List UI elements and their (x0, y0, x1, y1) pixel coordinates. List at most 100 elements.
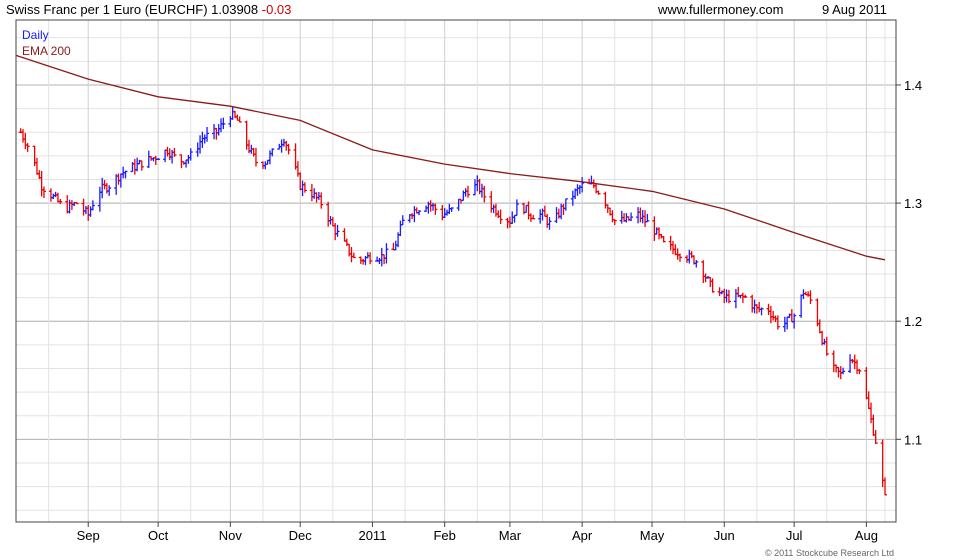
ohlc-bar (326, 201, 331, 227)
ohlc-bar (300, 180, 305, 197)
ohlc-bar (51, 193, 56, 199)
ohlc-bar (202, 134, 207, 144)
ohlc-bar (848, 354, 853, 373)
ohlc-bar (768, 305, 773, 324)
ohlc-bar (139, 160, 144, 171)
ohlc-bar (733, 288, 738, 309)
x-tick-label: Jun (714, 528, 735, 543)
ohlc-bar (659, 233, 664, 239)
ohlc-bar (153, 155, 158, 165)
ohlc-bar (39, 171, 44, 197)
ohlc-bar (498, 209, 503, 224)
ohlc-bar (132, 158, 137, 175)
ohlc-bar (146, 150, 151, 168)
ohlc-bar (710, 278, 715, 293)
ohlc-bar (507, 216, 512, 228)
x-tick-label: Apr (572, 528, 593, 543)
ohlc-bar (198, 135, 203, 154)
ohlc-bar (668, 235, 673, 251)
ohlc-bar (65, 195, 70, 214)
ohlc-bar (493, 203, 498, 217)
ohlc-bar (433, 203, 438, 215)
ohlc-bar (687, 249, 692, 264)
ohlc-bar (156, 158, 161, 161)
ohlc-bar (724, 289, 729, 303)
x-tick-label: Mar (499, 528, 522, 543)
ohlc-bar (545, 213, 550, 228)
y-axis: 1.1 1.2 1.3 1.4 (896, 78, 922, 447)
ohlc-bar (652, 216, 657, 241)
ohlc-bar (461, 190, 466, 202)
ohlc-bar (472, 179, 477, 196)
ohlc-bar (542, 205, 547, 217)
ohlc-bar (214, 127, 219, 140)
ohlc-bar (41, 186, 46, 199)
ohlc-bar (398, 220, 403, 236)
ohlc-bar (293, 143, 298, 170)
ohlc-bar (524, 204, 529, 214)
ohlc-bar (431, 202, 436, 211)
ohlc-bar (661, 235, 666, 243)
ohlc-bar (23, 132, 28, 150)
ohlc-bar (694, 260, 699, 268)
ohlc-bar (596, 190, 601, 195)
ohlc-bar (74, 202, 79, 205)
ohlc-bar (228, 116, 233, 128)
ohlc-bar (785, 316, 790, 330)
ema-200-line (15, 54, 886, 261)
ohlc-bar (671, 240, 675, 255)
ohlc-bar (806, 291, 811, 297)
ohlc-bar (528, 213, 533, 222)
ohlc-bar (34, 157, 39, 175)
legend-ema: EMA 200 (22, 44, 71, 58)
ohlc-bar (165, 146, 170, 157)
ohlc-bar (575, 184, 580, 196)
ohlc-bar (547, 217, 552, 230)
ohlc-bar (456, 198, 461, 211)
ohlc-bar (726, 289, 731, 304)
ohlc-bar (717, 287, 722, 296)
ohlc-bar (83, 205, 88, 215)
ohlc-bar (135, 157, 140, 172)
ohlc-bar (167, 148, 172, 161)
ohlc-bar (88, 206, 93, 217)
ohlc-bar (512, 214, 517, 223)
ohlc-bar (643, 210, 648, 227)
ohlc-bar (526, 201, 531, 220)
ohlc-bar (754, 304, 759, 314)
ohlc-bar (270, 148, 275, 157)
ohlc-bar (267, 150, 272, 165)
ohlc-bar (489, 191, 494, 213)
ohlc-bar (871, 414, 876, 436)
y-tick-label: 1.2 (904, 314, 922, 329)
ohlc-bar (212, 124, 217, 140)
ohlc-bar (361, 258, 366, 265)
ohlc-bar (866, 391, 871, 410)
x-tick-label: Aug (855, 528, 878, 543)
x-axis: Sep Oct Nov Dec 2011 Feb Mar Apr May Jun Jul Aug (77, 522, 878, 543)
ohlc-bar (657, 227, 662, 240)
ohlc-bar (689, 251, 694, 259)
ohlc-bar (81, 198, 86, 216)
ohlc-bar (102, 179, 107, 190)
copyright: © 2011 Stockcube Research Ltd (764, 548, 894, 558)
ohlc-bar (253, 147, 258, 167)
ohlc-bar (377, 257, 382, 264)
ohlc-bar (538, 209, 543, 224)
ohlc-bar (629, 212, 634, 222)
ohlc-bar (184, 159, 189, 168)
ohlc-bar (449, 207, 454, 212)
x-tick-label: Sep (77, 528, 100, 543)
ema-line-group (15, 54, 886, 261)
ohlc-bar (442, 207, 447, 218)
ohlc-bar (216, 124, 221, 136)
ohlc-bar (624, 213, 629, 223)
ohlc-bar (333, 222, 338, 241)
ohlc-bar (200, 131, 205, 148)
ohlc-bar (771, 310, 776, 321)
x-tick-label: Nov (219, 528, 243, 543)
ohlc-bar (235, 114, 240, 121)
x-tick-label: Oct (148, 528, 169, 543)
ohlc-bar (782, 316, 787, 332)
ohlc-bar (391, 242, 396, 251)
